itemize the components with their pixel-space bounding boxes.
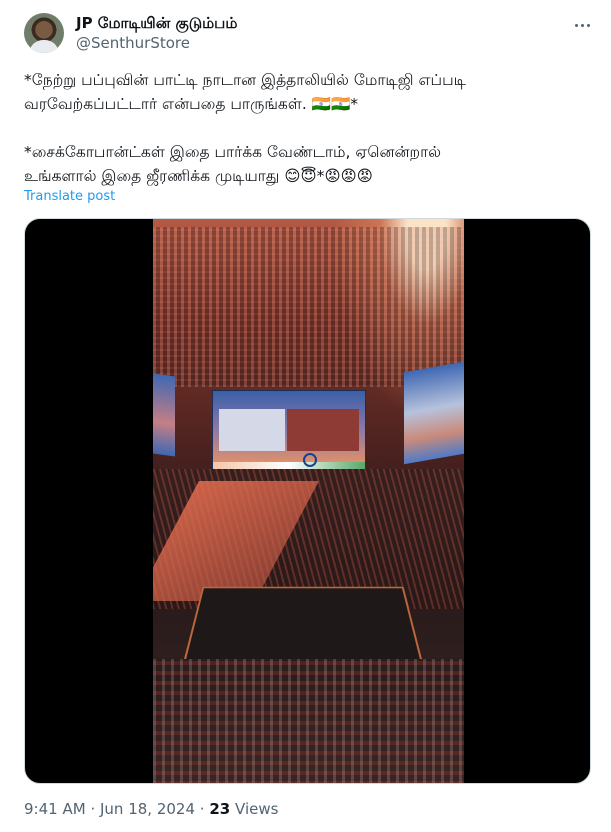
video-frame [153,219,464,783]
views-label: Views [235,800,279,818]
post-line-4: உங்களால் இதை ஜீரணிக்க முடியாது 😊😇*😡😡😡 [24,167,373,185]
post-text: *நேற்று பப்புவின் பாட்டி நாடான இத்தாலியி… [24,68,594,188]
crowd-upper-tier [153,227,464,387]
post-line-1: *நேற்று பப்புவின் பாட்டி நாடான இத்தாலியி… [24,71,466,89]
arena-screen-left [153,373,175,457]
arena-floor [181,586,425,670]
meta-separator-2: · [199,800,205,818]
post-date[interactable]: Jun 18, 2024 [100,800,195,818]
meta-separator: · [90,800,96,818]
screen-inset [219,409,285,451]
author-handle[interactable]: @SenthurStore [76,34,190,52]
post-meta: 9:41 AM · Jun 18, 2024 · 23 Views [24,800,278,818]
screen-photo [287,409,359,451]
post-line-2: வரவேற்கப்பட்டார் என்பதை பாருங்கள். 🇮🇳🇮🇳* [24,95,359,113]
tweet-card: JP மோடியின் குடும்பம் @SenthurStore *நேற… [0,0,611,832]
more-options-icon[interactable] [570,13,594,37]
video-player[interactable] [24,218,591,784]
crowd-lower [153,659,464,783]
arena-screen-center [212,390,366,479]
avatar-shirt [29,40,59,53]
arena-screen-right [404,361,464,465]
post-line-3: *சைக்கோபான்ட்கள் இதை பார்க்க வேண்டாம், ஏ… [24,143,442,161]
chakra-icon [303,453,317,467]
author-display-name[interactable]: JP மோடியின் குடும்பம் [76,14,237,34]
translate-post-link[interactable]: Translate post [24,189,115,204]
views-count: 23 [209,800,231,818]
post-time[interactable]: 9:41 AM [24,800,86,818]
avatar[interactable] [24,13,64,53]
